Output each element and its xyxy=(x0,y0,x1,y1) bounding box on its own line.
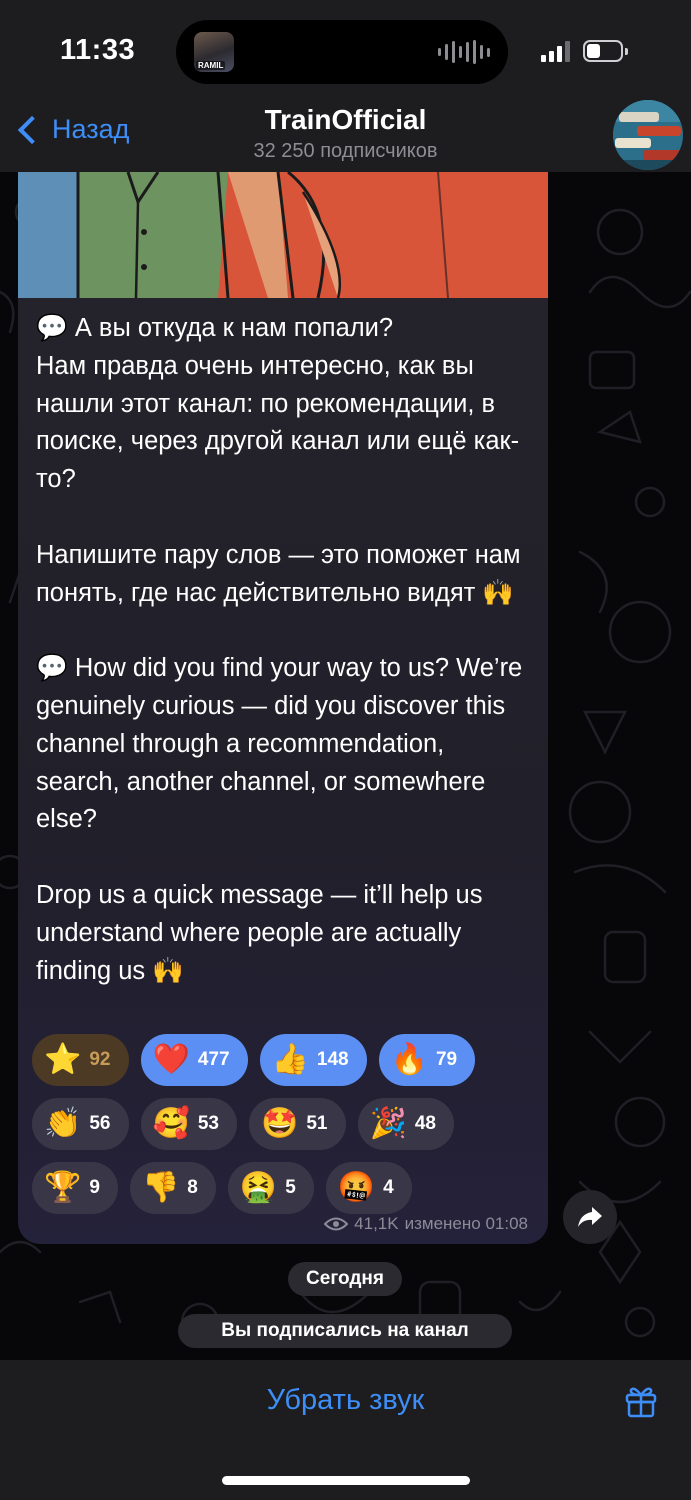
fire-icon: 🔥 xyxy=(390,1042,428,1077)
battery-icon xyxy=(583,40,628,62)
reaction-fire[interactable]: 🔥 79 xyxy=(378,1034,476,1086)
channel-post[interactable]: 💬 А вы откуда к нам попали? Нам правда о… xyxy=(18,172,548,1244)
party-popper-icon: 🎉 xyxy=(369,1106,407,1141)
status-bar: 11:33 RAMIL xyxy=(0,0,691,100)
reaction-star-struck[interactable]: 🤩 51 xyxy=(249,1098,346,1150)
heart-icon: ❤️ xyxy=(152,1042,190,1077)
reaction-count: 8 xyxy=(187,1177,198,1198)
clap-icon: 👏 xyxy=(44,1106,82,1141)
reaction-count: 4 xyxy=(383,1177,394,1198)
reaction-vomit[interactable]: 🤮 5 xyxy=(227,1162,314,1214)
bottom-bar: Убрать звук xyxy=(0,1360,691,1500)
chat-header: Назад TrainOfficial 32 250 подписчиков xyxy=(0,100,691,172)
reaction-clap[interactable]: 👏 56 xyxy=(32,1098,129,1150)
service-message: Вы подписались на канал xyxy=(178,1314,512,1348)
post-illustration-image[interactable] xyxy=(18,172,548,298)
subscriber-count: 32 250 подписчиков xyxy=(253,140,438,162)
reaction-count: 5 xyxy=(285,1177,296,1198)
reaction-count: 56 xyxy=(89,1113,111,1134)
trophy-icon: 🏆 xyxy=(44,1170,82,1205)
thumbs-down-icon: 👎 xyxy=(141,1170,180,1205)
reaction-count: 148 xyxy=(316,1049,349,1070)
dynamic-island[interactable]: RAMIL xyxy=(176,20,508,84)
share-arrow-icon xyxy=(578,1207,602,1227)
home-indicator[interactable] xyxy=(222,1476,470,1485)
reaction-count: 53 xyxy=(197,1113,219,1134)
thumbs-up-icon: 👍 xyxy=(271,1042,309,1077)
reaction-thumbs-down[interactable]: 👎 8 xyxy=(129,1162,216,1214)
reaction-count: 48 xyxy=(414,1113,436,1134)
view-count: 41,1K xyxy=(354,1214,399,1233)
reaction-count: 79 xyxy=(435,1049,458,1070)
mute-button[interactable]: Убрать звук xyxy=(0,1384,691,1417)
reaction-smiling-hearts[interactable]: 🥰 53 xyxy=(140,1098,237,1150)
reaction-count: 9 xyxy=(89,1177,100,1198)
reaction-cursing[interactable]: 🤬 4 xyxy=(325,1162,412,1214)
now-playing-thumbnail-label: RAMIL xyxy=(196,61,226,70)
now-playing-thumbnail[interactable]: RAMIL xyxy=(194,32,234,72)
reaction-count: 92 xyxy=(89,1049,111,1070)
views-eye-icon xyxy=(324,1217,349,1231)
star-icon: ⭐ xyxy=(44,1042,82,1077)
status-clock: 11:33 xyxy=(60,34,136,66)
channel-avatar[interactable] xyxy=(613,100,683,170)
audio-waveform-icon xyxy=(438,40,490,64)
star-struck-icon: 🤩 xyxy=(261,1106,299,1141)
post-text: 💬 А вы откуда к нам попали? Нам правда о… xyxy=(36,314,523,985)
reaction-heart[interactable]: ❤️ 477 xyxy=(140,1034,248,1086)
reaction-party[interactable]: 🎉 48 xyxy=(357,1098,454,1150)
vomiting-face-icon: 🤮 xyxy=(239,1170,278,1205)
reaction-count: 51 xyxy=(306,1113,328,1134)
reaction-trophy[interactable]: 🏆 9 xyxy=(32,1162,118,1214)
cursing-face-icon: 🤬 xyxy=(337,1170,376,1205)
reaction-thumbs-up[interactable]: 👍 148 xyxy=(259,1034,367,1086)
channel-title[interactable]: TrainOfficial xyxy=(0,104,691,136)
smiling-hearts-icon: 🥰 xyxy=(152,1106,190,1141)
gift-icon[interactable] xyxy=(624,1384,658,1418)
edited-timestamp: изменено 01:08 xyxy=(404,1214,528,1233)
reaction-count: 477 xyxy=(197,1049,230,1070)
post-meta: 41,1K изменено 01:08 xyxy=(324,1214,528,1234)
share-button[interactable] xyxy=(563,1190,617,1244)
reaction-star[interactable]: ⭐ 92 xyxy=(32,1034,129,1086)
date-separator: Сегодня xyxy=(288,1262,402,1296)
cellular-signal-icon xyxy=(541,40,570,62)
